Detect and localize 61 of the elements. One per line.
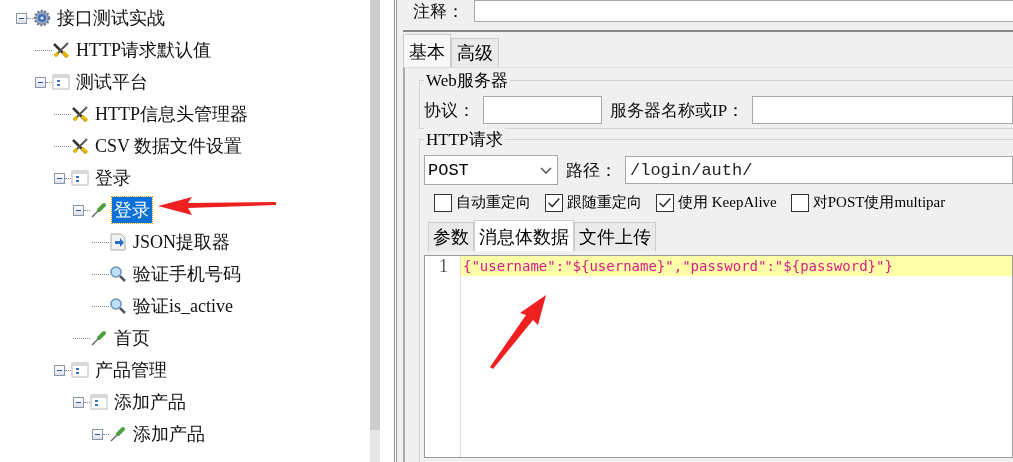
tree-item[interactable]: 首页 bbox=[112, 325, 152, 351]
collapse-toggle[interactable] bbox=[92, 428, 103, 440]
collapse-toggle[interactable] bbox=[73, 204, 84, 216]
tab[interactable]: 参数 bbox=[428, 222, 474, 251]
magnifier-icon bbox=[109, 297, 127, 315]
tree-item[interactable]: 验证手机号码 bbox=[131, 261, 243, 287]
tree-item[interactable]: JSON提取器 bbox=[131, 229, 232, 255]
group-title: Web服务器 bbox=[424, 69, 510, 92]
tools-icon bbox=[52, 41, 70, 59]
server-field[interactable] bbox=[752, 96, 1013, 124]
path-label: 路径： bbox=[566, 159, 617, 182]
magnifier-icon bbox=[109, 265, 127, 283]
tree-item[interactable]: 验证is_active bbox=[131, 293, 235, 319]
tab[interactable]: 文件上传 bbox=[574, 222, 656, 251]
method-dropdown[interactable]: POST bbox=[424, 155, 558, 185]
document-arrow-icon bbox=[109, 233, 127, 251]
checkbox[interactable] bbox=[545, 193, 563, 212]
checkbox-label: 使用 KeepAlive bbox=[678, 193, 777, 212]
tree-item[interactable]: 产品管理 bbox=[93, 357, 169, 383]
tools-icon bbox=[71, 105, 89, 123]
window-icon bbox=[52, 73, 70, 91]
checkbox[interactable] bbox=[656, 193, 674, 212]
tab[interactable]: 高级 bbox=[451, 38, 499, 67]
tree-item[interactable]: 登录 bbox=[112, 197, 152, 223]
collapse-toggle[interactable] bbox=[73, 396, 84, 408]
tab[interactable]: 基本 bbox=[403, 34, 451, 67]
collapse-toggle[interactable] bbox=[16, 12, 27, 24]
tree-item[interactable]: 登录 bbox=[93, 165, 133, 191]
protocol-field[interactable] bbox=[483, 96, 602, 124]
collapse-toggle[interactable] bbox=[35, 76, 46, 88]
tree-item[interactable]: HTTP信息头管理器 bbox=[93, 101, 250, 127]
comment-label: 注释： bbox=[413, 0, 464, 23]
tree-item[interactable]: 添加产品 bbox=[131, 421, 207, 447]
window-icon bbox=[71, 361, 89, 379]
tree-item[interactable]: 添加产品 bbox=[112, 389, 188, 415]
tab[interactable]: 消息体数据 bbox=[474, 220, 574, 251]
server-label: 服务器名称或IP： bbox=[610, 99, 745, 122]
tree-item[interactable]: 测试平台 bbox=[74, 69, 150, 95]
pipette-icon bbox=[109, 425, 127, 443]
gear-icon bbox=[33, 9, 51, 27]
tree-item[interactable]: HTTP请求默认值 bbox=[74, 37, 213, 63]
tools-icon bbox=[71, 137, 89, 155]
protocol-label: 协议： bbox=[424, 99, 475, 122]
pipette-icon bbox=[90, 201, 108, 219]
tree-item[interactable]: 接口测试实战 bbox=[55, 5, 167, 31]
checkbox-label: 对POST使用multipar bbox=[812, 193, 946, 212]
code-editor[interactable]: 1 {"username":"${username}","password":"${password}"} bbox=[424, 255, 1013, 458]
checkbox[interactable] bbox=[434, 193, 452, 212]
comment-field[interactable] bbox=[474, 0, 1013, 22]
group-title: HTTP请求 bbox=[424, 128, 505, 151]
collapse-toggle[interactable] bbox=[54, 172, 65, 184]
window-icon bbox=[90, 393, 108, 411]
tree-item[interactable]: CSV 数据文件设置 bbox=[93, 133, 245, 159]
checkbox-label: 自动重定向 bbox=[456, 193, 531, 212]
path-field[interactable]: /login/auth/ bbox=[625, 156, 1013, 184]
window-icon bbox=[71, 169, 89, 187]
checkbox-label: 跟随重定向 bbox=[567, 193, 642, 212]
line-number: 1 bbox=[438, 256, 448, 277]
pipette-icon bbox=[90, 329, 108, 347]
collapse-toggle[interactable] bbox=[54, 364, 65, 376]
checkbox[interactable] bbox=[790, 193, 809, 212]
